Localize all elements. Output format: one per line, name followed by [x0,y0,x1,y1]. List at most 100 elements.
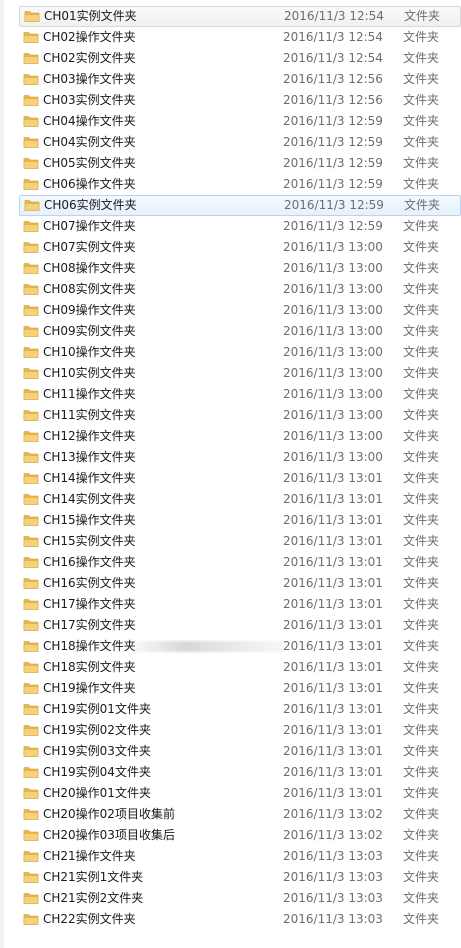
folder-name[interactable]: CH13操作文件夹 [43,447,136,468]
folder-name[interactable]: CH09实例文件夹 [43,321,136,342]
folder-row[interactable]: CH01实例文件夹 2016/11/3 12:54 文件夹 [19,6,461,27]
folder-name[interactable]: CH15操作文件夹 [43,510,136,531]
folder-name[interactable]: CH01实例文件夹 [44,7,137,26]
folder-name[interactable]: CH05实例文件夹 [43,153,136,174]
folder-name[interactable]: CH03实例文件夹 [43,90,136,111]
folder-row[interactable]: CH06实例文件夹 2016/11/3 12:59 文件夹 [19,195,461,216]
folder-row[interactable]: CH03实例文件夹 2016/11/3 12:56 文件夹 [19,90,461,111]
folder-row[interactable]: CH04实例文件夹 2016/11/3 12:59 文件夹 [19,132,461,153]
folder-icon [24,198,40,212]
folder-icon [23,156,39,170]
folder-row[interactable]: CH16实例文件夹 2016/11/3 13:01 文件夹 [19,573,461,594]
folder-name[interactable]: CH19实例02文件夹 [43,720,151,741]
folder-name[interactable]: CH21实例2文件夹 [43,888,143,909]
folder-row[interactable]: CH21实例1文件夹 2016/11/3 13:03 文件夹 [19,867,461,888]
folder-name[interactable]: CH20操作01文件夹 [43,783,151,804]
folder-row[interactable]: CH10操作文件夹 2016/11/3 13:00 文件夹 [19,342,461,363]
folder-row[interactable]: CH11操作文件夹 2016/11/3 13:00 文件夹 [19,384,461,405]
folder-row[interactable]: CH18操作文件夹 2016/11/3 13:01 文件夹 [19,636,461,657]
folder-row[interactable]: CH07实例文件夹 2016/11/3 13:00 文件夹 [19,237,461,258]
folder-name[interactable]: CH12操作文件夹 [43,426,136,447]
folder-name[interactable]: CH10操作文件夹 [43,342,136,363]
item-type: 文件夹 [403,51,440,65]
folder-row[interactable]: CH11实例文件夹 2016/11/3 13:00 文件夹 [19,405,461,426]
folder-name[interactable]: CH02操作文件夹 [43,27,136,48]
folder-row[interactable]: CH20操作01文件夹 2016/11/3 13:01 文件夹 [19,783,461,804]
folder-name[interactable]: CH14操作文件夹 [43,468,136,489]
folder-name[interactable]: CH18操作文件夹 [43,636,136,657]
folder-name[interactable]: CH09操作文件夹 [43,300,136,321]
folder-name[interactable]: CH02实例文件夹 [43,48,136,69]
date-modified: 2016/11/3 13:01 [283,618,383,632]
folder-name[interactable]: CH16实例文件夹 [43,573,136,594]
folder-name[interactable]: CH18实例文件夹 [43,657,136,678]
folder-name[interactable]: CH17实例文件夹 [43,615,136,636]
folder-name[interactable]: CH20操作03项目收集后 [43,825,175,846]
folder-row[interactable]: CH02操作文件夹 2016/11/3 12:54 文件夹 [19,27,461,48]
folder-name[interactable]: CH11实例文件夹 [43,405,136,426]
folder-name[interactable]: CH19实例04文件夹 [43,762,151,783]
item-type: 文件夹 [403,93,440,107]
folder-row[interactable]: CH19实例01文件夹 2016/11/3 13:01 文件夹 [19,699,461,720]
folder-name[interactable]: CH07实例文件夹 [43,237,136,258]
folder-name[interactable]: CH03操作文件夹 [43,69,136,90]
folder-row[interactable]: CH19实例02文件夹 2016/11/3 13:01 文件夹 [19,720,461,741]
folder-name[interactable]: CH19操作文件夹 [43,678,136,699]
folder-row[interactable]: CH10实例文件夹 2016/11/3 13:00 文件夹 [19,363,461,384]
folder-row[interactable]: CH20操作03项目收集后 2016/11/3 13:02 文件夹 [19,825,461,846]
file-list: CH01实例文件夹 2016/11/3 12:54 文件夹 CH02操作文件夹 2016… [19,6,461,930]
folder-name[interactable]: CH04实例文件夹 [43,132,136,153]
folder-name[interactable]: CH14实例文件夹 [43,489,136,510]
folder-row[interactable]: CH16操作文件夹 2016/11/3 13:01 文件夹 [19,552,461,573]
folder-name[interactable]: CH07操作文件夹 [43,216,136,237]
date-modified: 2016/11/3 12:59 [283,177,383,191]
folder-row[interactable]: CH09操作文件夹 2016/11/3 13:00 文件夹 [19,300,461,321]
folder-name[interactable]: CH04操作文件夹 [43,111,136,132]
folder-row[interactable]: CH13操作文件夹 2016/11/3 13:00 文件夹 [19,447,461,468]
folder-row[interactable]: CH05实例文件夹 2016/11/3 12:59 文件夹 [19,153,461,174]
folder-name[interactable]: CH08实例文件夹 [43,279,136,300]
folder-row[interactable]: CH18实例文件夹 2016/11/3 13:01 文件夹 [19,657,461,678]
folder-name[interactable]: CH17操作文件夹 [43,594,136,615]
folder-row[interactable]: CH22实例文件夹 2016/11/3 13:03 文件夹 [19,909,461,930]
folder-row[interactable]: CH17操作文件夹 2016/11/3 13:01 文件夹 [19,594,461,615]
folder-row[interactable]: CH19实例03文件夹 2016/11/3 13:01 文件夹 [19,741,461,762]
folder-name[interactable]: CH10实例文件夹 [43,363,136,384]
folder-row[interactable]: CH14实例文件夹 2016/11/3 13:01 文件夹 [19,489,461,510]
folder-row[interactable]: CH06操作文件夹 2016/11/3 12:59 文件夹 [19,174,461,195]
folder-name[interactable]: CH19实例01文件夹 [43,699,151,720]
folder-row[interactable]: CH02实例文件夹 2016/11/3 12:54 文件夹 [19,48,461,69]
date-modified: 2016/11/3 13:00 [283,282,383,296]
folder-row[interactable]: CH17实例文件夹 2016/11/3 13:01 文件夹 [19,615,461,636]
folder-name[interactable]: CH06实例文件夹 [44,196,137,215]
folder-row[interactable]: CH14操作文件夹 2016/11/3 13:01 文件夹 [19,468,461,489]
item-type: 文件夹 [403,849,440,863]
folder-name[interactable]: CH22实例文件夹 [43,909,136,930]
folder-name[interactable]: CH19实例03文件夹 [43,741,151,762]
folder-name[interactable]: CH16操作文件夹 [43,552,136,573]
folder-row[interactable]: CH15操作文件夹 2016/11/3 13:01 文件夹 [19,510,461,531]
folder-row[interactable]: CH15实例文件夹 2016/11/3 13:01 文件夹 [19,531,461,552]
folder-name[interactable]: CH21操作文件夹 [43,846,136,867]
folder-row[interactable]: CH21实例2文件夹 2016/11/3 13:03 文件夹 [19,888,461,909]
folder-name[interactable]: CH06操作文件夹 [43,174,136,195]
folder-row[interactable]: CH19操作文件夹 2016/11/3 13:01 文件夹 [19,678,461,699]
folder-row[interactable]: CH08实例文件夹 2016/11/3 13:00 文件夹 [19,279,461,300]
item-type: 文件夹 [404,198,441,212]
folder-row[interactable]: CH21操作文件夹 2016/11/3 13:03 文件夹 [19,846,461,867]
folder-name[interactable]: CH21实例1文件夹 [43,867,143,888]
folder-name[interactable]: CH08操作文件夹 [43,258,136,279]
folder-row[interactable]: CH08操作文件夹 2016/11/3 13:00 文件夹 [19,258,461,279]
folder-row[interactable]: CH20操作02项目收集前 2016/11/3 13:02 文件夹 [19,804,461,825]
folder-row[interactable]: CH12操作文件夹 2016/11/3 13:00 文件夹 [19,426,461,447]
folder-row[interactable]: CH09实例文件夹 2016/11/3 13:00 文件夹 [19,321,461,342]
folder-name[interactable]: CH15实例文件夹 [43,531,136,552]
folder-row[interactable]: CH03操作文件夹 2016/11/3 12:56 文件夹 [19,69,461,90]
folder-row[interactable]: CH19实例04文件夹 2016/11/3 13:01 文件夹 [19,762,461,783]
folder-name[interactable]: CH20操作02项目收集前 [43,804,175,825]
folder-row[interactable]: CH04操作文件夹 2016/11/3 12:59 文件夹 [19,111,461,132]
date-modified: 2016/11/3 13:00 [283,387,383,401]
folder-name[interactable]: CH11操作文件夹 [43,384,136,405]
folder-row[interactable]: CH07操作文件夹 2016/11/3 12:59 文件夹 [19,216,461,237]
folder-icon [23,219,39,233]
